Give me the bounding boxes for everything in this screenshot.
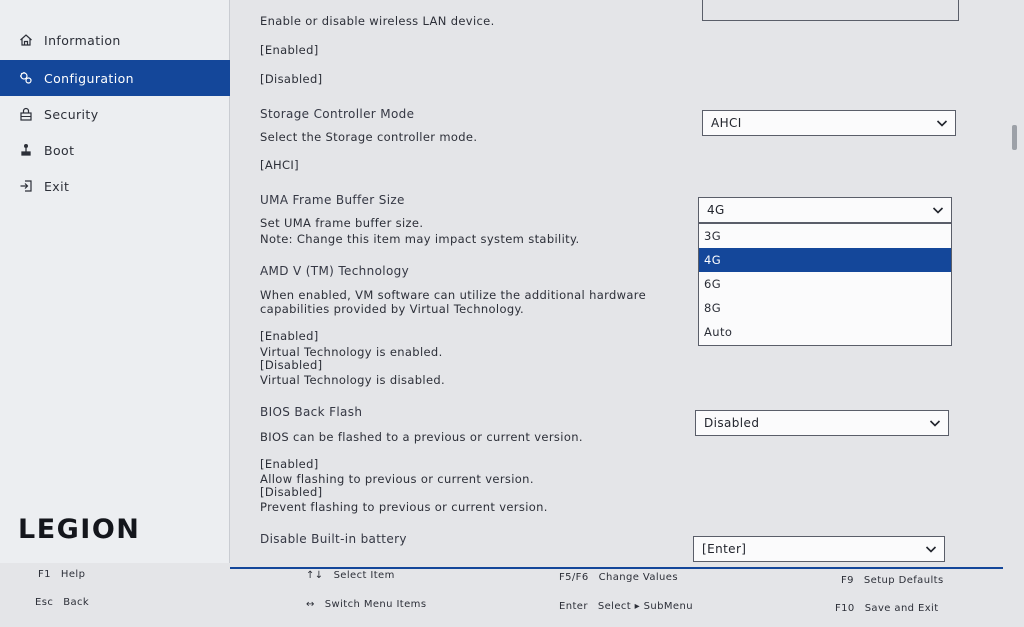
sidebar-item-boot[interactable]: Boot: [0, 132, 230, 168]
footer-help-bar: F1 Help Esc Back ↑↓ Select Item ↔ Switch Men…: [0, 563, 1024, 627]
footer-divider: [230, 567, 1003, 569]
amdv-disabled-label: [Disabled]: [260, 358, 323, 372]
hint-label: Back: [63, 597, 90, 608]
amdv-enabled-label: [Enabled]: [260, 329, 319, 343]
select-value: [Enter]: [702, 542, 747, 556]
chevron-down-icon: [925, 546, 937, 553]
hint-select-item: ↑↓ Select Item: [306, 570, 395, 581]
hint-save-exit: F10 Save and Exit: [835, 603, 939, 614]
settings-panel: Enable or disable wireless LAN device. […: [231, 0, 1011, 563]
dropdown-option-6g[interactable]: 6G: [699, 272, 951, 296]
storage-description: Select the Storage controller mode.: [260, 130, 478, 144]
scrollbar[interactable]: [1011, 0, 1024, 563]
amdv-title: AMD V (TM) Technology: [260, 264, 410, 278]
lock-icon: [18, 106, 34, 122]
hint-key: Esc: [35, 597, 54, 608]
hint-key: ↔: [306, 599, 315, 610]
chevron-down-icon: [932, 207, 944, 214]
hint-back: Esc Back: [35, 597, 89, 608]
hint-label: Save and Exit: [864, 603, 939, 614]
hint-change-values: F5/F6 Change Values: [559, 572, 678, 583]
storage-title: Storage Controller Mode: [260, 107, 415, 121]
dropdown-option-8g[interactable]: 8G: [699, 296, 951, 320]
sidebar-item-configuration[interactable]: Configuration: [0, 60, 230, 96]
sidebar-item-label: Security: [44, 106, 99, 122]
storage-option: [AHCI]: [260, 158, 300, 172]
hint-switch-menu: ↔ Switch Menu Items: [306, 599, 426, 610]
hint-setup-defaults: F9 Setup Defaults: [841, 575, 944, 586]
wlan-option-enabled: [Enabled]: [260, 43, 319, 57]
hint-label: Setup Defaults: [863, 575, 944, 586]
amdv-description-1: When enabled, VM software can utilize th…: [260, 288, 647, 302]
select-value: AHCI: [711, 116, 742, 130]
bios-setup-screen: Information Configuration Security Boot …: [0, 0, 1024, 627]
select-value: Disabled: [704, 416, 760, 430]
sidebar-item-label: Boot: [44, 142, 75, 158]
disable-battery-select[interactable]: [Enter]: [693, 536, 945, 562]
boot-icon: [18, 142, 34, 158]
home-icon: [18, 32, 34, 48]
sidebar: Information Configuration Security Boot …: [0, 0, 230, 563]
uma-description: Set UMA frame buffer size.: [260, 216, 424, 230]
bios-back-flash-disabled-label: [Disabled]: [260, 485, 323, 499]
hint-key: F10: [835, 603, 855, 614]
sidebar-item-exit[interactable]: Exit: [0, 168, 230, 204]
hint-label: Select ▸ SubMenu: [597, 601, 693, 612]
battery-title: Disable Built-in battery: [260, 532, 407, 546]
uma-dropdown-list: 3G 4G 6G 8G Auto: [698, 223, 952, 346]
bios-back-flash-select[interactable]: Disabled: [695, 410, 949, 436]
wlan-option-disabled: [Disabled]: [260, 72, 323, 86]
scrollbar-thumb[interactable]: [1012, 125, 1017, 150]
amdv-description-2: capabilities provided by Virtual Technol…: [260, 302, 524, 316]
storage-controller-select[interactable]: AHCI: [702, 110, 956, 136]
hint-key: F9: [841, 575, 854, 586]
legion-logo: LEGION: [18, 514, 141, 545]
chevron-down-icon: [929, 420, 941, 427]
hint-label: Help: [60, 569, 86, 580]
uma-frame-buffer-select[interactable]: 4G: [698, 197, 952, 223]
sidebar-item-label: Configuration: [44, 70, 134, 86]
wlan-description: Enable or disable wireless LAN device.: [260, 14, 495, 28]
bios-back-flash-enabled-text: Allow flashing to previous or current ve…: [260, 472, 534, 486]
hint-select-submenu: Enter Select ▸ SubMenu: [559, 601, 693, 612]
wlan-select-edge[interactable]: [702, 0, 959, 21]
hint-label: Select Item: [333, 570, 395, 581]
dropdown-option-3g[interactable]: 3G: [699, 224, 951, 248]
chevron-down-icon: [936, 120, 948, 127]
bios-back-flash-enabled-label: [Enabled]: [260, 457, 319, 471]
dropdown-option-4g[interactable]: 4G: [699, 248, 951, 272]
hint-key: ↑↓: [306, 570, 324, 581]
hint-label: Change Values: [598, 572, 678, 583]
dropdown-option-auto[interactable]: Auto: [699, 320, 951, 344]
sidebar-item-information[interactable]: Information: [0, 22, 230, 58]
bios-back-flash-title: BIOS Back Flash: [260, 405, 363, 419]
hint-key: Enter: [559, 601, 588, 612]
uma-title: UMA Frame Buffer Size: [260, 193, 405, 207]
hint-key: F1: [38, 569, 51, 580]
configuration-icon: [18, 70, 34, 86]
hint-label: Switch Menu Items: [324, 599, 427, 610]
amdv-disabled-text: Virtual Technology is disabled.: [260, 373, 446, 387]
bios-back-flash-disabled-text: Prevent flashing to previous or current …: [260, 500, 548, 514]
uma-note: Note: Change this item may impact system…: [260, 232, 580, 246]
amdv-enabled-text: Virtual Technology is enabled.: [260, 345, 443, 359]
sidebar-item-label: Exit: [44, 178, 70, 194]
sidebar-item-label: Information: [44, 32, 121, 48]
exit-icon: [18, 178, 34, 194]
bios-back-flash-description: BIOS can be flashed to a previous or cur…: [260, 430, 583, 444]
select-value: 4G: [707, 203, 725, 217]
sidebar-item-security[interactable]: Security: [0, 96, 230, 132]
hint-key: F5/F6: [559, 572, 589, 583]
hint-help: F1 Help: [38, 569, 85, 580]
